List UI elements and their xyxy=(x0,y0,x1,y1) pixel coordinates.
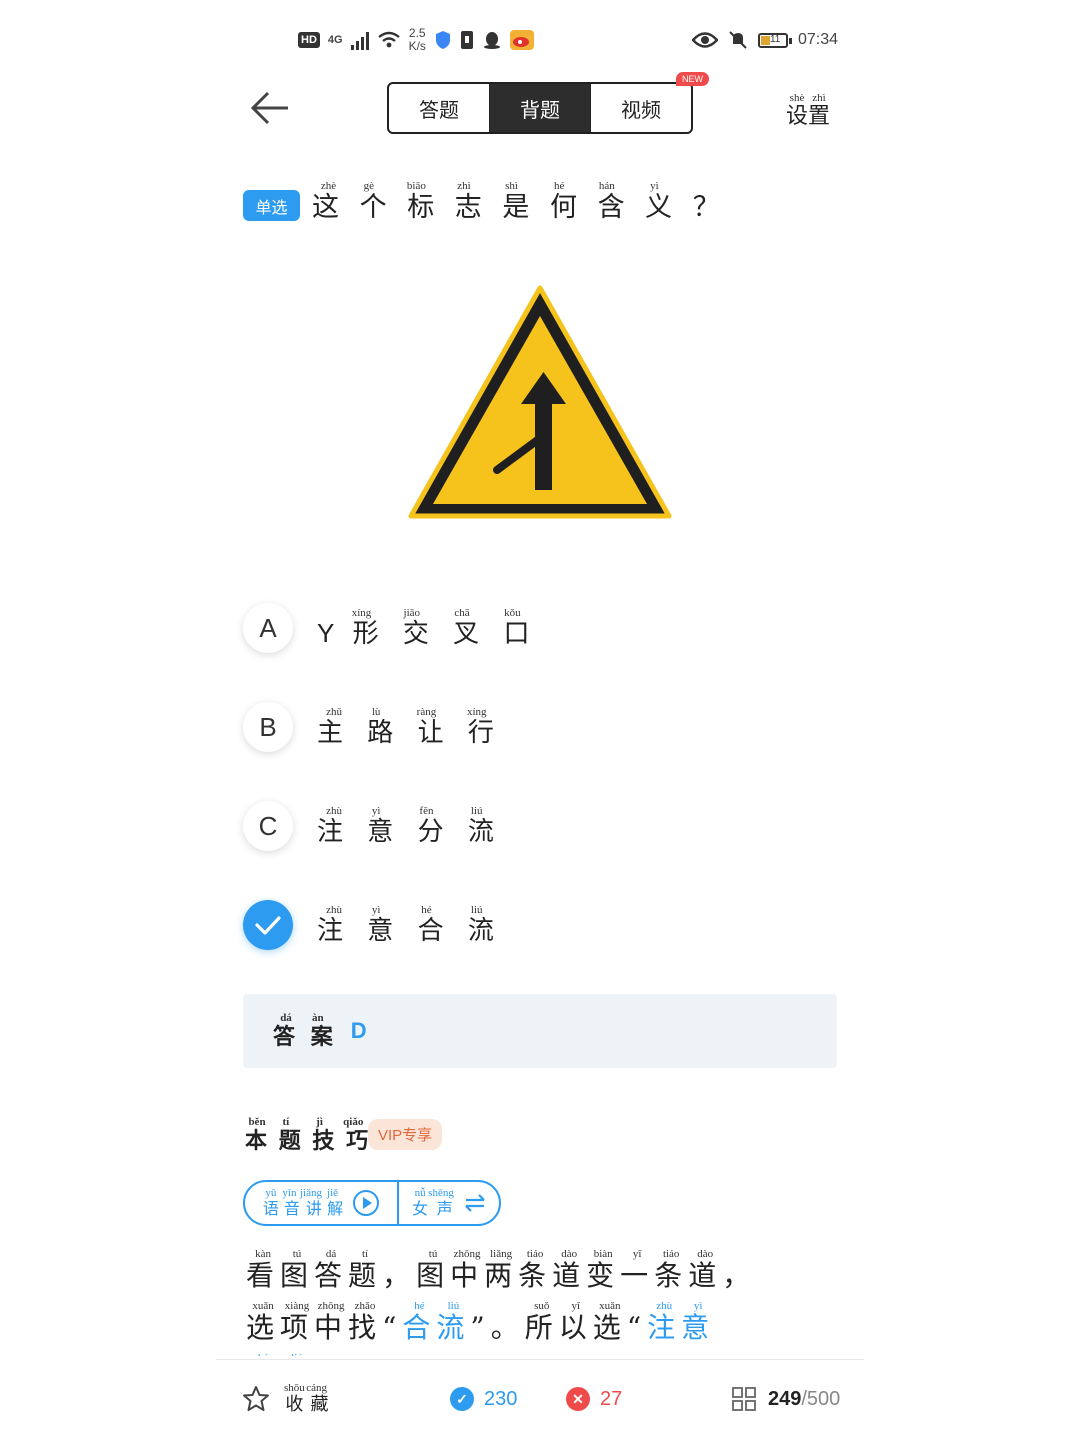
explanation-text: 看kàn图tú答dá题tí， 图tú中zhōng两liǎng条tiáo道dào变… xyxy=(246,1248,846,1356)
explanation-char: 流liú xyxy=(436,1300,471,1344)
progress-button[interactable]: 249/500 xyxy=(732,1387,840,1411)
tab-memorize[interactable]: 背题 xyxy=(490,84,591,132)
audio-explain-button[interactable]: 语yǔ 音yīn 讲jiǎng 解jiě xyxy=(245,1182,399,1224)
eye-icon xyxy=(691,32,718,48)
hd-icon: HD xyxy=(298,32,320,48)
explanation-char: 选xuǎn xyxy=(592,1300,627,1344)
new-badge: NEW xyxy=(676,72,709,86)
mute-bell-icon xyxy=(729,31,747,49)
favorite-button[interactable]: 收shōu 藏cáng xyxy=(242,1382,329,1416)
option-text: 注zhù 意yì 合hé 流liú xyxy=(317,903,502,946)
explanation-char: 图tú xyxy=(416,1248,451,1292)
swap-icon xyxy=(465,1194,485,1212)
vip-badge: VIP专享 xyxy=(368,1119,443,1150)
merge-traffic-sign-image xyxy=(408,285,672,519)
explanation-char: 条tiáo xyxy=(518,1248,553,1292)
grid-icon xyxy=(732,1387,756,1411)
explanation-char: 。 xyxy=(490,1311,525,1344)
explanation-char: 意yì xyxy=(681,1300,716,1344)
wrong-x-icon: ✕ xyxy=(566,1387,590,1411)
audio-controls: 语yǔ 音yīn 讲jiǎng 解jiě 女nǚ 声shēng xyxy=(243,1180,501,1226)
explanation-char: 变biàn xyxy=(586,1248,621,1292)
option-b[interactable]: B 主zhǔ 路lù 让ràng 行xíng xyxy=(243,697,502,757)
option-a[interactable]: A Y 形xíng 交jiāo 叉chā 口kǒu xyxy=(243,598,537,658)
explanation-line-1: 看kàn图tú答dá题tí， 图tú中zhōng两liǎng条tiáo道dào变… xyxy=(246,1248,846,1300)
signal-icon xyxy=(350,30,369,50)
explanation-char: 合hé xyxy=(402,1300,437,1344)
play-icon xyxy=(353,1190,380,1216)
tab-answer[interactable]: 答题 xyxy=(389,84,490,132)
explanation-char: 项xiàng xyxy=(280,1300,315,1344)
check-icon xyxy=(243,900,293,950)
explanation-char: “ xyxy=(626,1311,648,1344)
bottom-bar: 收shōu 藏cáng ✓ 230 ✕ 27 249/500 xyxy=(216,1359,864,1440)
voice-switch-button[interactable]: 女nǚ 声shēng xyxy=(399,1182,499,1224)
settings-button[interactable]: 设shè置zhì xyxy=(786,92,830,130)
option-letter: C xyxy=(243,801,293,851)
explanation-char: ” xyxy=(470,1311,491,1344)
tips-title: 本běn 题tí 技jì 巧qiǎo xyxy=(245,1116,371,1154)
option-text: 注zhù 意yì 分fēn 流liú xyxy=(317,804,502,847)
explanation-char: “ xyxy=(382,1311,403,1344)
explanation-char: ， xyxy=(722,1259,757,1292)
answer-label: 答dá 案àn xyxy=(273,1011,337,1050)
back-arrow-icon[interactable] xyxy=(248,88,292,128)
qq-icon xyxy=(483,32,500,49)
option-d[interactable]: 注zhù 意yì 合hé 流liú xyxy=(243,895,502,955)
correct-check-icon: ✓ xyxy=(450,1387,474,1411)
network-speed: 2.5 K/s xyxy=(408,26,426,53)
explanation-char: 以yǐ xyxy=(558,1300,593,1344)
explanation-char: 一yī xyxy=(620,1248,655,1292)
explanation-char: 道dào xyxy=(552,1248,587,1292)
explanation-char: 题tí xyxy=(348,1248,383,1292)
star-icon xyxy=(243,1386,269,1411)
option-letter: B xyxy=(243,702,293,752)
explanation-char: ， xyxy=(382,1259,417,1292)
explanation-char: 道dào xyxy=(688,1248,723,1292)
explanation-char: 找zhǎo xyxy=(348,1300,383,1344)
explanation-char: 中zhōng xyxy=(314,1300,349,1344)
explanation-char: 所suǒ xyxy=(524,1300,559,1344)
option-text: 主zhǔ 路lù 让ràng 行xíng xyxy=(317,705,502,748)
explanation-line-2: 选xuǎn项xiàng中zhōng找zhǎo“ 合hé流liú” 。 所suǒ以… xyxy=(246,1300,846,1352)
option-text: Y 形xíng 交jiāo 叉chā 口kǒu xyxy=(317,606,538,649)
explanation-char: 注zhù xyxy=(647,1300,682,1344)
clock: 07:34 xyxy=(797,31,838,48)
question-text: 这zhè 个gè 标biāo 志zhì 是shì 何hé 含hán 义yì ？ xyxy=(312,180,726,223)
correct-count: ✓ 230 xyxy=(450,1387,517,1411)
weibo-icon xyxy=(509,30,534,50)
answer-value: D xyxy=(350,1018,367,1043)
sim-icon xyxy=(460,31,473,49)
explanation-char: 图tú xyxy=(280,1248,315,1292)
tab-video[interactable]: 视频 NEW xyxy=(591,72,709,132)
explanation-line-3: 合hé流liú” xyxy=(246,1352,846,1356)
explanation-char: 条tiáo xyxy=(654,1248,689,1292)
battery-icon: 11 xyxy=(757,32,792,48)
question-type-badge: 单选 xyxy=(243,190,300,221)
shield-icon xyxy=(435,31,450,49)
answer-box: 答dá 案àn D xyxy=(243,994,837,1068)
explanation-char: 看kàn xyxy=(246,1248,281,1292)
mode-tabs: 答题 背题 视频 NEW xyxy=(387,72,709,134)
wrong-count: ✕ 27 xyxy=(566,1387,622,1411)
status-bar: HD 4G 2.5 K/s 11 07:34 xyxy=(298,22,838,58)
explanation-char: 答dá xyxy=(314,1248,349,1292)
explanation-char: 选xuǎn xyxy=(246,1300,281,1344)
option-c[interactable]: C 注zhù 意yì 分fēn 流liú xyxy=(243,796,502,856)
network-label: 4G xyxy=(327,34,343,46)
option-letter: A xyxy=(243,603,293,653)
explanation-char: 两liǎng xyxy=(484,1248,519,1292)
explanation-char: 中zhōng xyxy=(450,1248,485,1292)
wifi-icon xyxy=(377,31,400,48)
